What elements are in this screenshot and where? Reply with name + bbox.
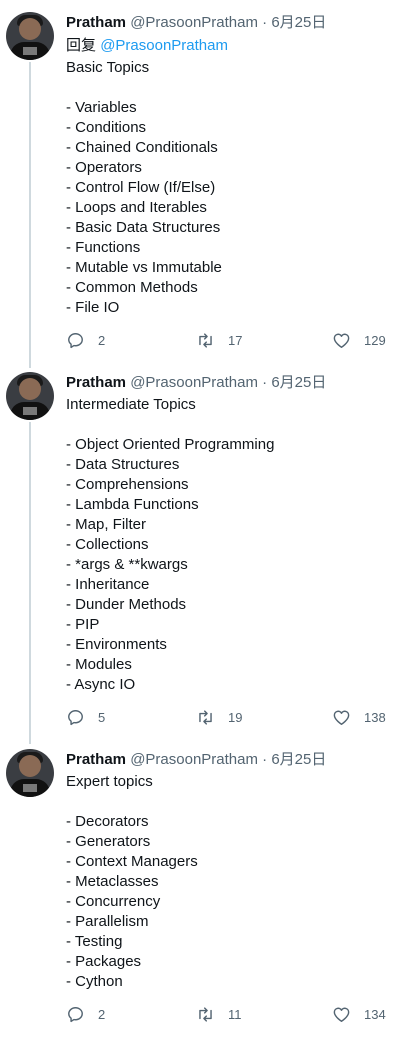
reply-icon xyxy=(68,709,83,725)
tweet-line: - Variables xyxy=(66,99,137,116)
tweet-line: - Control Flow (If/Else) xyxy=(66,179,216,196)
tweet-line: - Packages xyxy=(66,953,142,970)
tweet-line: - Object Oriented Programming xyxy=(66,436,275,453)
retweet-count: 17 xyxy=(228,332,243,348)
tweet-line: - Generators xyxy=(66,833,151,850)
tweet-text: Expert topics - Decorators - Generators … xyxy=(66,772,198,992)
tweet-actions: 5 19 138 xyxy=(66,707,396,727)
tweet-line: - Basic Data Structures xyxy=(66,219,221,236)
tweet-line: - Environments xyxy=(66,636,167,653)
reply-icon xyxy=(68,332,83,348)
tweet-actions: 2 11 134 xyxy=(66,1004,396,1024)
retweet-count: 11 xyxy=(228,1006,242,1022)
reply-button[interactable]: 5 xyxy=(66,707,105,727)
avatar[interactable] xyxy=(6,372,54,420)
tweet-line: - Loops and Iterables xyxy=(66,199,207,216)
like-count: 138 xyxy=(364,709,386,725)
tweet-line: - File IO xyxy=(66,299,120,316)
tweet-line: - Metaclasses xyxy=(66,873,159,890)
like-button[interactable]: 129 xyxy=(332,330,386,350)
tweet-line: - Chained Conditionals xyxy=(66,139,218,156)
tweet-line: - Async IO xyxy=(66,676,136,693)
tweet-line xyxy=(66,792,198,812)
author-name[interactable]: Pratham xyxy=(66,14,126,31)
tweet-line: - Testing xyxy=(66,933,123,950)
reply-count: 5 xyxy=(98,709,106,725)
retweet-icon xyxy=(199,1006,212,1022)
tweet-line: - Modules xyxy=(66,656,132,673)
author-handle[interactable]: @PrasoonPratham xyxy=(130,14,258,31)
reply-button[interactable]: 2 xyxy=(66,330,105,350)
tweet-line xyxy=(66,78,222,98)
like-count: 129 xyxy=(364,332,386,348)
avatar[interactable] xyxy=(6,749,54,797)
reply-icon xyxy=(68,1006,83,1022)
tweet-line: - Comprehensions xyxy=(66,476,189,493)
tweet-line xyxy=(66,415,274,435)
thread-line xyxy=(29,62,31,368)
tweet-date[interactable]: 6月25日 xyxy=(271,374,326,391)
tweet-line: Intermediate Topics xyxy=(66,396,196,413)
tweet-line: - Dunder Methods xyxy=(66,596,187,613)
tweet-text: Basic Topics - Variables - Conditions - … xyxy=(66,58,222,318)
author-name[interactable]: Pratham xyxy=(66,374,126,391)
heart-icon xyxy=(333,710,350,725)
tweet-line: - Decorators xyxy=(66,813,149,830)
tweet-date[interactable]: 6月25日 xyxy=(271,751,326,768)
tweet-line: - Cython xyxy=(66,973,123,990)
author-handle[interactable]: @PrasoonPratham xyxy=(130,374,258,391)
tweet-header: Pratham @PrasoonPratham · 6月25日 xyxy=(66,14,327,31)
tweet-line: Basic Topics xyxy=(66,59,150,76)
avatar[interactable] xyxy=(6,12,54,60)
reply-count: 2 xyxy=(98,1006,106,1022)
tweet-line: Expert topics xyxy=(66,773,153,790)
tweet-line: - Map, Filter xyxy=(66,516,147,533)
reply-to: 回复 @PrasoonPratham xyxy=(66,36,228,56)
author-name[interactable]: Pratham xyxy=(66,751,126,768)
retweet-count: 19 xyxy=(228,709,243,725)
tweet-line: - Lambda Functions xyxy=(66,496,199,513)
tweet-line: - *args & **kwargs xyxy=(66,556,188,573)
tweet-actions: 2 17 129 xyxy=(66,330,396,350)
tweet-line: - Parallelism xyxy=(66,913,149,930)
retweet-button[interactable]: 17 xyxy=(196,330,242,350)
reply-prefix: 回复 xyxy=(66,37,97,54)
tweet-line: - Data Structures xyxy=(66,456,180,473)
retweet-button[interactable]: 11 xyxy=(196,1004,242,1024)
like-button[interactable]: 134 xyxy=(332,1004,386,1024)
author-handle[interactable]: @PrasoonPratham xyxy=(130,751,258,768)
reply-count: 2 xyxy=(98,332,106,348)
tweet-line: - Functions xyxy=(66,239,141,256)
tweet-date[interactable]: 6月25日 xyxy=(271,14,326,31)
tweet-line: - Conditions xyxy=(66,119,147,136)
tweet-line: - Collections xyxy=(66,536,149,553)
heart-icon xyxy=(333,333,350,348)
tweet-line: - Operators xyxy=(66,159,142,176)
tweet-line: - Common Methods xyxy=(66,279,198,296)
tweet-line: - PIP xyxy=(66,616,100,633)
thread-line xyxy=(29,422,31,744)
reply-button[interactable]: 2 xyxy=(66,1004,105,1024)
tweet-line: - Concurrency xyxy=(66,893,161,910)
like-count: 134 xyxy=(364,1006,386,1022)
like-button[interactable]: 138 xyxy=(332,707,386,727)
tweet-line: - Context Managers xyxy=(66,853,198,870)
tweet-header: Pratham @PrasoonPratham · 6月25日 xyxy=(66,374,327,391)
heart-icon xyxy=(333,1007,350,1022)
tweet-line: - Mutable vs Immutable xyxy=(66,259,222,276)
reply-mention[interactable]: @PrasoonPratham xyxy=(100,37,228,54)
tweet-text: Intermediate Topics - Object Oriented Pr… xyxy=(66,395,274,695)
retweet-icon xyxy=(199,332,212,348)
tweet-line: - Inheritance xyxy=(66,576,150,593)
tweet-header: Pratham @PrasoonPratham · 6月25日 xyxy=(66,751,327,768)
retweet-icon xyxy=(199,709,212,725)
retweet-button[interactable]: 19 xyxy=(196,707,242,727)
